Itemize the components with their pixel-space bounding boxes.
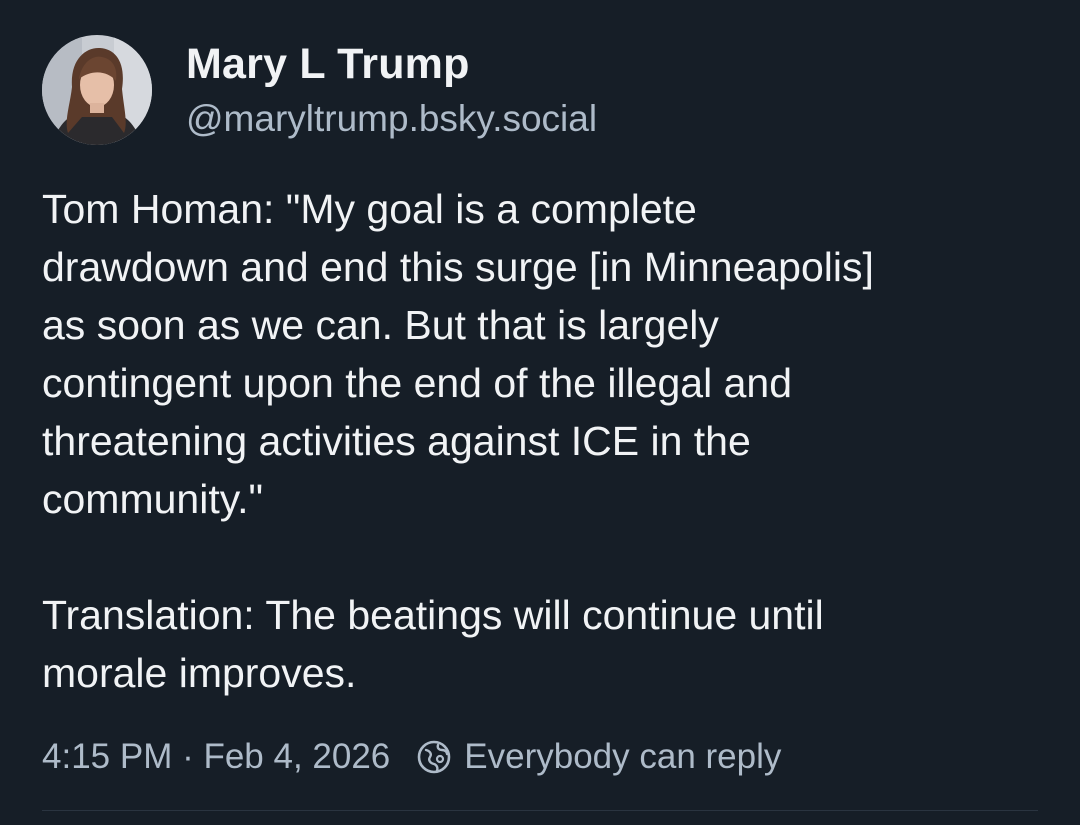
avatar-photo bbox=[42, 35, 152, 145]
post-timestamp[interactable]: 4:15 PM · Feb 4, 2026 bbox=[42, 737, 390, 777]
reply-setting-label: Everybody can reply bbox=[464, 737, 782, 776]
globe-icon bbox=[416, 739, 452, 775]
post-meta: 4:15 PM · Feb 4, 2026 Everybody can repl… bbox=[42, 734, 781, 780]
post-paragraph: Translation: The beatings will continue … bbox=[42, 592, 824, 696]
post-text: Tom Homan: "My goal is a complete drawdo… bbox=[42, 180, 1042, 702]
author-display-name[interactable]: Mary L Trump bbox=[186, 40, 470, 89]
avatar[interactable] bbox=[42, 35, 152, 145]
divider bbox=[42, 810, 1038, 811]
post-paragraph: Tom Homan: "My goal is a complete drawdo… bbox=[42, 186, 874, 522]
reply-setting[interactable]: Everybody can reply bbox=[416, 737, 781, 777]
post-card: Mary L Trump @maryltrump.bsky.social Tom… bbox=[0, 0, 1080, 825]
author-handle[interactable]: @maryltrump.bsky.social bbox=[186, 98, 597, 140]
